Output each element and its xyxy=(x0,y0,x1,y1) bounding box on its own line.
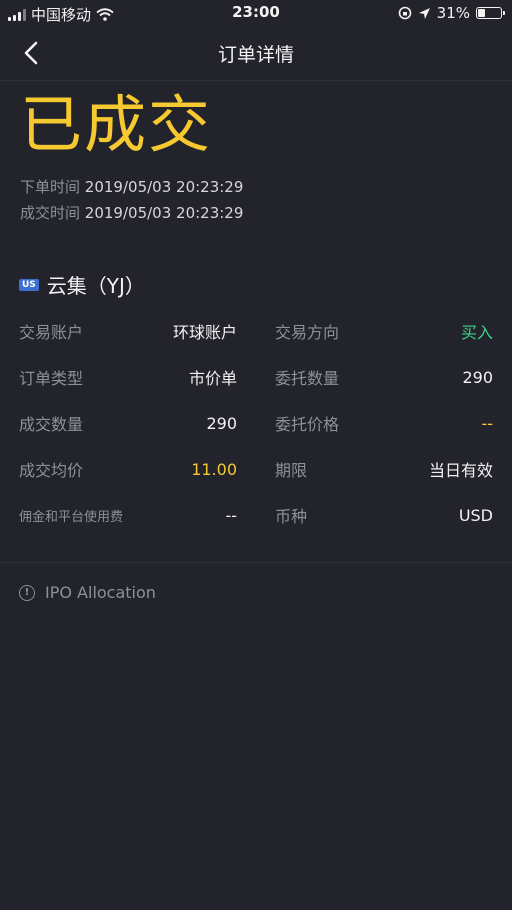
divider xyxy=(0,562,512,563)
page-title: 订单详情 xyxy=(217,44,294,66)
stock-name: 云集（YJ） xyxy=(46,274,145,298)
order-time-value: 2019/05/03 20:23:29 xyxy=(84,178,244,196)
detail-value: 当日有效 xyxy=(428,461,493,480)
order-time-label: 下单时间 xyxy=(20,178,81,196)
detail-value: 市价单 xyxy=(188,369,237,388)
detail-label: 佣金和平台使用费 xyxy=(19,509,124,525)
fill-time-label: 成交时间 xyxy=(20,204,81,222)
fill-time-row: 成交时间 2019/05/03 20:23:29 xyxy=(20,202,243,223)
detail-label: 订单类型 xyxy=(19,369,84,388)
rotation-lock-icon xyxy=(398,6,411,20)
detail-label: 期限 xyxy=(275,461,308,480)
detail-value: 290 xyxy=(462,367,493,387)
fill-time-value: 2019/05/03 20:23:29 xyxy=(84,204,244,222)
detail-value: -- xyxy=(225,505,237,525)
info-icon: ! xyxy=(19,584,35,601)
order-status: 已成交 xyxy=(20,88,213,161)
battery-percent: 31% xyxy=(436,4,470,22)
detail-row: 交易账户 环球账户 交易方向 买入 xyxy=(0,308,512,354)
detail-value: 环球账户 xyxy=(172,323,237,342)
detail-label: 委托价格 xyxy=(275,415,340,434)
detail-row: 佣金和平台使用费 -- 币种 USD xyxy=(0,492,512,538)
order-time-row: 下单时间 2019/05/03 20:23:29 xyxy=(20,176,243,197)
trade-direction-value: 买入 xyxy=(460,323,493,342)
detail-label: 成交数量 xyxy=(19,415,84,434)
avg-fill-price-value: 11.00 xyxy=(191,459,237,479)
detail-row: 成交数量 290 委托价格 -- xyxy=(0,400,512,446)
stock-header: US 云集（YJ） xyxy=(19,270,145,299)
location-icon xyxy=(418,7,430,19)
detail-row: 订单类型 市价单 委托数量 290 xyxy=(0,354,512,400)
detail-label: 交易方向 xyxy=(275,323,340,342)
nav-bar: 订单详情 xyxy=(0,26,512,81)
status-bar: 中国移动 23:00 31% xyxy=(0,0,512,26)
order-price-value: -- xyxy=(481,413,493,433)
detail-label: 委托数量 xyxy=(275,369,340,388)
ipo-allocation-link[interactable]: ! IPO Allocation xyxy=(19,583,156,602)
detail-label: 成交均价 xyxy=(19,461,84,480)
market-badge: US xyxy=(19,278,39,291)
battery-icon xyxy=(476,7,505,19)
detail-value: 290 xyxy=(206,413,237,433)
detail-label: 交易账户 xyxy=(19,323,84,342)
detail-value: USD xyxy=(458,505,493,525)
detail-label: 币种 xyxy=(275,507,308,526)
ipo-allocation-label: IPO Allocation xyxy=(45,583,156,602)
detail-row: 成交均价 11.00 期限 当日有效 xyxy=(0,446,512,492)
